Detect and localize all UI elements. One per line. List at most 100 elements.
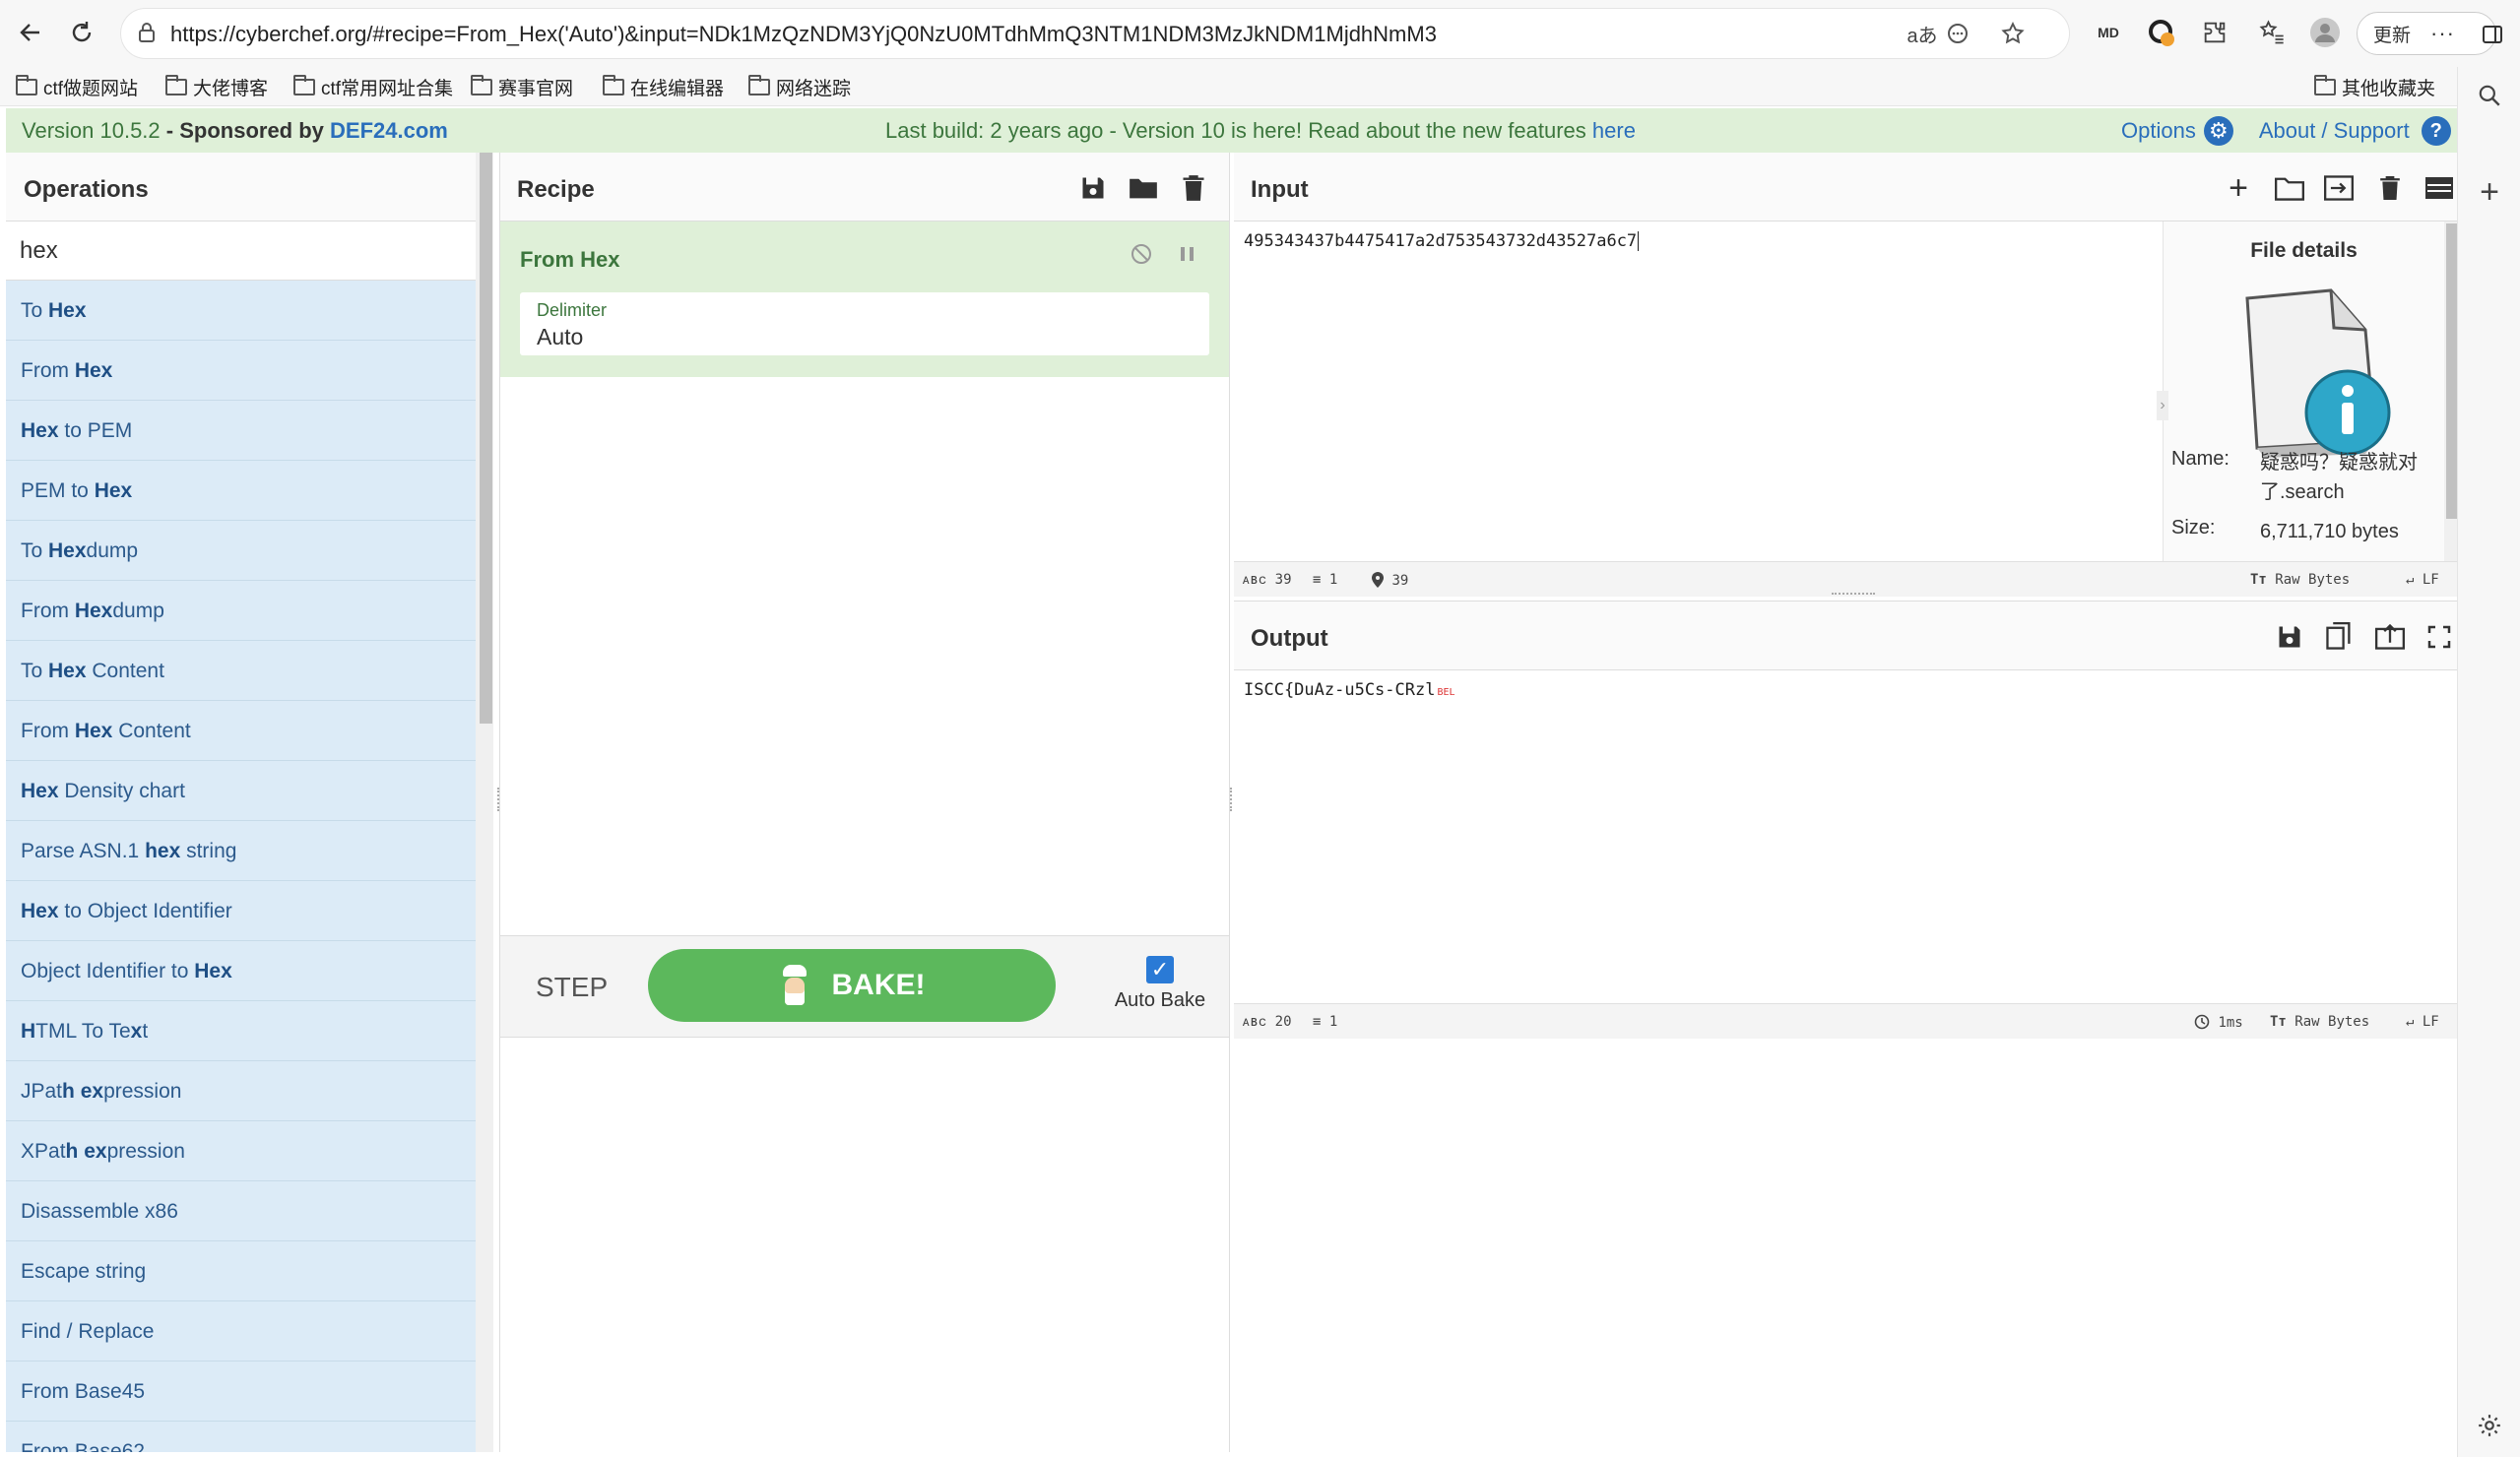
operation-item[interactable]: From Base45 xyxy=(6,1362,482,1422)
bookmark-folder[interactable]: 赛事官网 xyxy=(471,73,573,100)
clear-recipe-trash-icon[interactable] xyxy=(1174,168,1213,208)
operation-item[interactable]: Hex to Object Identifier xyxy=(6,881,482,941)
file-info-icon xyxy=(2245,288,2391,458)
extensions-puzzle-icon[interactable] xyxy=(2192,10,2237,55)
operation-item[interactable]: Hex to PEM xyxy=(6,401,482,461)
operation-item[interactable]: To Hex Content xyxy=(6,641,482,701)
breakpoint-pause-icon[interactable] xyxy=(1178,243,1197,271)
delimiter-label: Delimiter xyxy=(537,300,608,320)
operation-item[interactable]: HTML To Text xyxy=(6,1001,482,1061)
lock-icon[interactable] xyxy=(135,21,159,44)
features-link[interactable]: here xyxy=(1592,118,1636,143)
search-icon[interactable] xyxy=(2458,71,2520,120)
bookmark-folder[interactable]: ctf做题网站 xyxy=(16,73,138,100)
file-details-title: File details xyxy=(2250,239,2358,262)
input-textarea[interactable]: 495343437b4475417a2d753543732d43527a6c7 xyxy=(1244,231,1640,251)
file-details-scrollbar-thumb[interactable] xyxy=(2446,223,2457,519)
markdown-extension-icon[interactable]: MD xyxy=(2086,10,2131,55)
folder-icon xyxy=(293,74,315,95)
save-recipe-icon[interactable] xyxy=(1073,168,1113,208)
load-recipe-folder-icon[interactable] xyxy=(1124,168,1163,208)
input-line-count: ≡ 1 xyxy=(1313,572,1338,588)
other-bookmarks-folder[interactable]: 其他收藏夹 xyxy=(2314,73,2435,100)
save-output-icon[interactable] xyxy=(2270,617,2309,657)
operation-item[interactable]: From Base62 xyxy=(6,1422,482,1452)
output-eol[interactable]: ↵ LF xyxy=(2406,1014,2439,1030)
folder-icon xyxy=(603,74,624,95)
input-cursor-position: 39 xyxy=(1372,572,1408,589)
options-gear-icon[interactable]: ⚙ xyxy=(2203,116,2233,146)
recipe-operation-from-hex[interactable]: From Hex Delimiter Auto xyxy=(500,222,1229,377)
bookmark-folder[interactable]: 在线编辑器 xyxy=(603,73,724,100)
translate-icon[interactable]: aあ xyxy=(1906,17,1939,50)
operation-item[interactable]: Object Identifier to Hex xyxy=(6,941,482,1001)
input-encoding[interactable]: Tт Raw Bytes xyxy=(2250,572,2350,588)
address-bar[interactable]: https://cyberchef.org/#recipe=From_Hex('… xyxy=(120,8,2070,59)
refresh-icon[interactable] xyxy=(59,10,104,55)
settings-gear-icon[interactable] xyxy=(2458,1401,2520,1450)
output-encoding[interactable]: Tт Raw Bytes xyxy=(2270,1014,2369,1030)
page-options-icon[interactable] xyxy=(1941,17,1974,50)
operation-item[interactable]: To Hex xyxy=(6,281,482,341)
operation-item[interactable]: From Hexdump xyxy=(6,581,482,641)
sidebar-toggle-icon[interactable] xyxy=(2470,12,2515,57)
auto-bake-toggle[interactable]: ✓ Auto Bake xyxy=(1101,956,1219,1012)
operation-item[interactable]: XPath expression xyxy=(6,1121,482,1181)
operations-search-input[interactable] xyxy=(6,222,482,281)
add-plus-icon[interactable]: + xyxy=(2458,167,2520,217)
operation-item[interactable]: From Hex Content xyxy=(6,701,482,761)
favorites-list-icon[interactable] xyxy=(2249,10,2294,55)
bookmark-folder[interactable]: 大佬博客 xyxy=(165,73,268,100)
bake-button[interactable]: BAKE! xyxy=(648,949,1056,1022)
operation-item[interactable]: PEM to Hex xyxy=(6,461,482,521)
build-notice: Last build: 2 years ago - Version 10 is … xyxy=(885,118,1636,143)
open-folder-icon[interactable] xyxy=(2270,168,2309,208)
operations-scrollbar-thumb[interactable] xyxy=(480,153,492,724)
profile-avatar-icon[interactable] xyxy=(2302,10,2348,55)
operations-panel: Operations To HexFrom HexHex to PEMPEM t… xyxy=(6,153,482,1452)
bookmark-folder[interactable]: 网络迷踪 xyxy=(748,73,851,100)
auto-bake-checkbox[interactable]: ✓ xyxy=(1146,956,1174,983)
reset-layout-icon[interactable] xyxy=(2420,168,2459,208)
folder-icon xyxy=(2314,74,2336,95)
add-input-tab-icon[interactable]: + xyxy=(2219,168,2258,208)
clear-input-trash-icon[interactable] xyxy=(2370,168,2410,208)
browser-toolbar: https://cyberchef.org/#recipe=From_Hex('… xyxy=(0,0,2520,67)
bookmark-folder[interactable]: ctf常用网址合集 xyxy=(293,73,453,100)
output-status-bar: ᴀʙᴄ 20 ≡ 1 1ms Tт Raw Bytes ↵ LF xyxy=(1234,1003,2457,1039)
open-file-input-icon[interactable] xyxy=(2319,168,2358,208)
about-support-link[interactable]: About / Support xyxy=(2259,118,2410,144)
sponsor-link[interactable]: DEF24.com xyxy=(330,118,448,143)
url-text[interactable]: https://cyberchef.org/#recipe=From_Hex('… xyxy=(170,22,1437,47)
help-question-icon[interactable]: ? xyxy=(2421,116,2451,146)
version-banner: Version 10.5.2 - Sponsored by DEF24.com … xyxy=(6,108,2457,153)
operation-item[interactable]: Parse ASN.1 hex string xyxy=(6,821,482,881)
output-text[interactable]: ISCC{DuAz-u5Cs-CRzl BEL xyxy=(1244,680,1455,700)
collapse-file-details-chevron-icon[interactable]: › xyxy=(2157,391,2168,420)
row-resize-handle[interactable] xyxy=(1832,593,1875,596)
step-button[interactable]: STEP xyxy=(536,972,608,1003)
maximize-output-icon[interactable] xyxy=(2420,617,2459,657)
copy-output-icon[interactable] xyxy=(2319,617,2358,657)
disable-op-icon[interactable] xyxy=(1131,243,1152,271)
input-eol[interactable]: ↵ LF xyxy=(2406,572,2439,588)
operation-item[interactable]: Find / Replace xyxy=(6,1301,482,1362)
favorite-star-icon[interactable] xyxy=(1996,17,2030,50)
operation-item[interactable]: JPath expression xyxy=(6,1061,482,1121)
operation-item[interactable]: Escape string xyxy=(6,1241,482,1301)
back-arrow-icon[interactable] xyxy=(8,10,53,55)
options-link[interactable]: Options xyxy=(2121,118,2196,144)
recipe-panel: Recipe From Hex Delimiter Auto STEP BAKE… xyxy=(499,153,1230,1452)
input-panel: Input + 495343437b4475417a2d753543732d43… xyxy=(1234,153,2459,597)
operation-item[interactable]: From Hex xyxy=(6,341,482,401)
delimiter-select[interactable]: Delimiter Auto xyxy=(520,292,1209,355)
replace-input-with-output-icon[interactable] xyxy=(2370,617,2410,657)
operation-item[interactable]: Hex Density chart xyxy=(6,761,482,821)
extension-badge-icon[interactable] xyxy=(2139,10,2184,55)
file-size-value: 6,711,710 bytes xyxy=(2260,521,2399,542)
operation-item[interactable]: Disassemble x86 xyxy=(6,1181,482,1241)
more-menu-icon[interactable]: ··· xyxy=(2430,21,2455,46)
input-status-bar: ᴀʙᴄ 39 ≡ 1 39 Tт Raw Bytes ↵ LF xyxy=(1234,561,2457,597)
output-line-count: ≡ 1 xyxy=(1313,1014,1338,1030)
operation-item[interactable]: To Hexdump xyxy=(6,521,482,581)
